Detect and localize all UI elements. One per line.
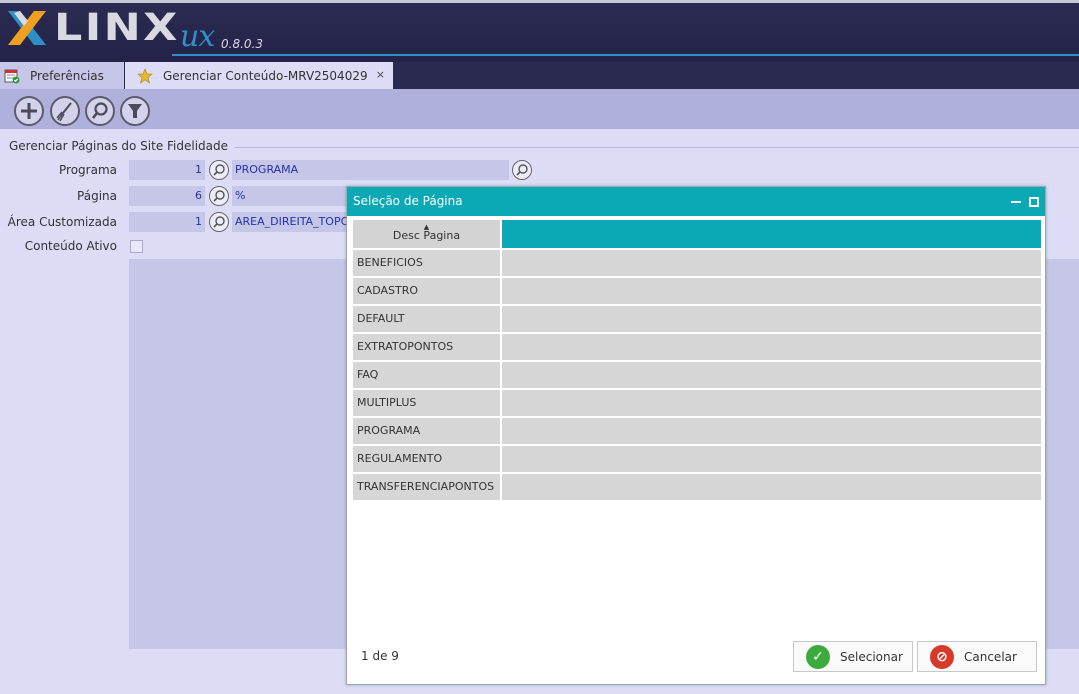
version-label: 0.8.0.3 xyxy=(221,37,263,51)
search-icon xyxy=(213,216,225,228)
select-button-label: Selecionar xyxy=(840,649,903,664)
grid-row[interactable]: CADASTRO xyxy=(353,278,1041,304)
section-title: Gerenciar Páginas do Site Fidelidade xyxy=(9,139,235,153)
close-tab-icon[interactable]: × xyxy=(376,68,385,81)
filter-icon xyxy=(128,104,142,118)
clear-button[interactable] xyxy=(50,96,80,126)
minimize-icon[interactable] xyxy=(1011,201,1021,203)
grid-cell: REGULAMENTO xyxy=(353,446,500,472)
header-divider xyxy=(172,54,1079,56)
tab-label: Gerenciar Conteúdo-MRV2504029 xyxy=(163,68,368,83)
pager-label: 1 de 9 xyxy=(361,649,399,663)
grid-cell: CADASTRO xyxy=(353,278,500,304)
select-button[interactable]: ✓ Selecionar xyxy=(793,641,913,672)
grid-row[interactable]: MULTIPLUS xyxy=(353,390,1041,416)
product-name: ux xyxy=(180,19,215,54)
search-icon xyxy=(91,102,108,119)
area-desc-field[interactable]: AREA_DIREITA_TOPO_T xyxy=(232,212,346,232)
pagina-code-field[interactable]: 6 xyxy=(129,186,205,206)
grid-row[interactable]: BENEFICIOS xyxy=(353,250,1041,276)
tab-label: Preferências xyxy=(30,68,104,83)
search-icon xyxy=(213,164,225,176)
star-icon xyxy=(137,67,153,84)
programa-label: Programa xyxy=(59,163,117,177)
ativo-label: Conteúdo Ativo xyxy=(24,239,117,253)
grid-cell-empty xyxy=(502,306,1041,332)
area-label: Área Customizada xyxy=(7,215,117,229)
grid-cell: BENEFICIOS xyxy=(353,250,500,276)
grid-cell-empty xyxy=(502,278,1041,304)
ativo-checkbox[interactable] xyxy=(130,240,143,253)
programa-code-field[interactable]: 1 xyxy=(129,160,205,180)
grid-row[interactable]: REGULAMENTO xyxy=(353,446,1041,472)
grid-row[interactable]: EXTRATOPONTOS xyxy=(353,334,1041,360)
sort-asc-icon: ▲ xyxy=(423,223,430,231)
programa-desc-lookup-button[interactable] xyxy=(512,160,532,180)
grid-cell-empty xyxy=(502,390,1041,416)
programa-desc-field[interactable]: PROGRAMA xyxy=(232,160,509,180)
area-code-field[interactable]: 1 xyxy=(129,212,205,232)
pagina-desc-field[interactable]: % xyxy=(232,186,346,206)
toolbar xyxy=(0,89,1079,129)
grid-cell-empty xyxy=(502,446,1041,472)
cancel-button[interactable]: ⊘ Cancelar xyxy=(917,641,1037,672)
grid-cell: DEFAULT xyxy=(353,306,500,332)
grid-cell-empty xyxy=(502,362,1041,388)
grid-cell: PROGRAMA xyxy=(353,418,500,444)
broom-clear-icon xyxy=(56,102,72,122)
search-button[interactable] xyxy=(85,96,115,126)
filter-button[interactable] xyxy=(120,96,150,126)
pagina-label: Página xyxy=(77,189,117,203)
grid-cell-empty xyxy=(502,418,1041,444)
grid-cell: FAQ xyxy=(353,362,500,388)
add-button[interactable] xyxy=(14,96,44,126)
programa-lookup-button[interactable] xyxy=(209,160,229,180)
grid-cell-empty xyxy=(502,334,1041,360)
search-icon xyxy=(516,164,528,176)
grid-header: ▲ Desc Pagina xyxy=(353,220,1041,248)
add-icon xyxy=(21,103,37,119)
page-selection-dialog: Seleção de Página ▲ Desc Pagina BENEFICI… xyxy=(346,186,1046,685)
grid-cell-empty xyxy=(502,250,1041,276)
cancel-icon: ⊘ xyxy=(930,644,954,669)
grid-row[interactable]: DEFAULT xyxy=(353,306,1041,332)
calendar-check-icon xyxy=(4,69,20,83)
area-lookup-button[interactable] xyxy=(209,212,229,232)
grid-cell: EXTRATOPONTOS xyxy=(353,334,500,360)
page-grid: ▲ Desc Pagina BENEFICIOS CADASTRO DEFAUL… xyxy=(353,220,1041,500)
grid-row[interactable]: FAQ xyxy=(353,362,1041,388)
maximize-icon[interactable] xyxy=(1029,197,1039,207)
column-header-filler xyxy=(502,220,1041,248)
search-icon xyxy=(213,190,225,202)
app-header: LINX ux 0.8.0.3 xyxy=(0,0,1079,62)
tab-gerenciar-conteudo[interactable]: Gerenciar Conteúdo-MRV2504029 × xyxy=(125,62,393,89)
check-icon: ✓ xyxy=(806,644,830,669)
grid-row[interactable]: TRANSFERENCIAPONTOS xyxy=(353,474,1041,500)
pagina-lookup-button[interactable] xyxy=(209,186,229,206)
linx-logo-icon xyxy=(8,11,46,45)
grid-cell-empty xyxy=(502,474,1041,500)
grid-cell: MULTIPLUS xyxy=(353,390,500,416)
tab-preferencias[interactable]: Preferências xyxy=(0,62,124,89)
grid-row[interactable]: PROGRAMA xyxy=(353,418,1041,444)
cancel-button-label: Cancelar xyxy=(964,649,1017,664)
column-header-desc-pagina[interactable]: ▲ Desc Pagina xyxy=(353,220,500,248)
grid-cell: TRANSFERENCIAPONTOS xyxy=(353,474,500,500)
tab-bar: Preferências Gerenciar Conteúdo-MRV25040… xyxy=(0,62,1079,89)
brand-name: LINX xyxy=(54,6,180,49)
